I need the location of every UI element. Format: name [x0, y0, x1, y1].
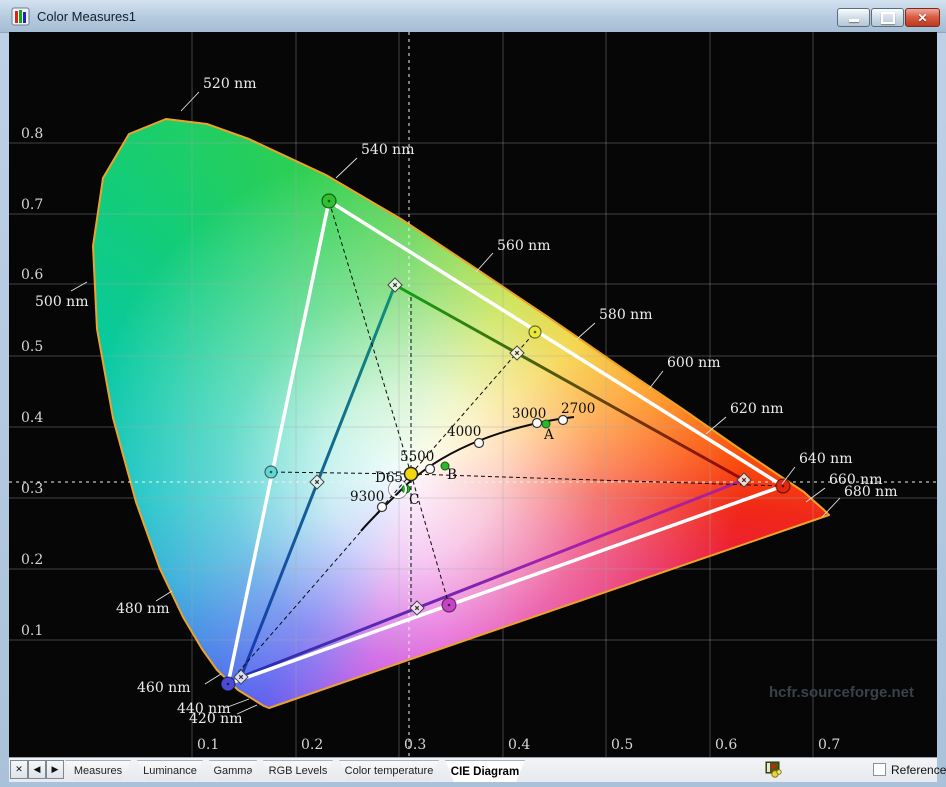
wavelength-label: 560 nm — [497, 238, 550, 254]
x-tick-label: 0.6 — [715, 737, 737, 753]
close-view-button[interactable]: ✕ — [10, 760, 28, 779]
tab-strip: Measures Luminance Gamma RGB Levels Colo… — [65, 760, 525, 782]
ref-marker-cyan — [309, 474, 325, 490]
wavelength-label: 460 nm — [137, 680, 190, 696]
wavelength-label: 480 nm — [116, 601, 169, 617]
ref-marker-green — [387, 277, 403, 293]
y-tick-label: 0.4 — [21, 410, 43, 426]
measured-gamut-triangle — [226, 199, 785, 686]
label-illuminant-c: C — [409, 492, 419, 508]
y-tick-label: 0.5 — [21, 339, 43, 355]
x-tick-label: 0.4 — [508, 737, 530, 753]
measure-status-icon — [765, 761, 782, 778]
y-tick-label: 0.7 — [21, 197, 43, 213]
reference-checkbox-label: Reference — [891, 763, 946, 777]
app-icon — [11, 7, 30, 26]
label-2700: 2700 — [561, 401, 595, 417]
icon-blue-bar — [23, 12, 26, 23]
x-tick-label: 0.5 — [611, 737, 633, 753]
wavelength-labels: 520 nm 540 nm 560 nm 580 nm 600 nm 620 n… — [35, 76, 897, 727]
label-illuminant-a: A — [543, 427, 554, 443]
icon-green-bar — [19, 10, 22, 23]
prev-tab-button[interactable]: ◀ — [28, 760, 46, 779]
close-button[interactable]: ✕ — [905, 8, 940, 27]
icon-red-bar — [15, 11, 18, 23]
y-tick-label: 0.6 — [21, 267, 43, 283]
next-tab-button[interactable]: ▶ — [46, 760, 64, 779]
x-tick-label: 0.1 — [197, 737, 219, 753]
tab-measures[interactable]: Measures — [65, 760, 131, 780]
ref-marker-yellow — [509, 345, 525, 361]
label-9300: 9300 — [350, 489, 384, 505]
wavelength-label: 680 nm — [844, 484, 897, 500]
gamut-rays — [227, 200, 784, 685]
wavelength-label: 580 nm — [599, 307, 652, 323]
tab-gamma[interactable]: Gamma — [209, 760, 257, 780]
whitepoint-crosshair — [9, 32, 937, 757]
x-tick-label: 0.7 — [818, 737, 840, 753]
measured-gamut-markers — [220, 193, 791, 692]
hcfr-window: { "window": { "title": "Color Measures1"… — [0, 0, 946, 787]
wavelength-label: 620 nm — [730, 401, 783, 417]
minimize-icon — [848, 19, 859, 22]
measured-marker-center-dots — [226, 199, 785, 686]
label-5500: 5500 — [400, 449, 434, 465]
y-axis-ticks: 0.8 0.7 0.6 0.5 0.4 0.3 0.2 0.1 — [21, 126, 43, 639]
tab-rgb-levels[interactable]: RGB Levels — [263, 760, 333, 780]
wavelength-label: 600 nm — [667, 355, 720, 371]
label-3000: 3000 — [512, 406, 546, 422]
gridlines — [9, 32, 937, 757]
temperature-labels: 2700 3000 4000 5500 9300 D65 A B C — [350, 401, 595, 508]
titlebar[interactable]: Color Measures1 ✕ — [0, 0, 946, 33]
maximize-icon — [880, 11, 895, 24]
maximize-button[interactable] — [871, 8, 904, 27]
wavelength-label: 420 nm — [189, 711, 242, 727]
diagram-overlay: 520 nm 540 nm 560 nm 580 nm 600 nm 620 n… — [9, 32, 937, 757]
wavelength-label: 640 nm — [799, 451, 852, 467]
tab-bar: ✕ ◀ ▶ Measures Luminance Gamma RGB Level… — [9, 757, 946, 782]
y-tick-label: 0.1 — [21, 623, 43, 639]
x-axis-ticks: 0.1 0.2 0.3 0.4 0.5 0.6 0.7 — [197, 737, 840, 753]
reference-checkbox[interactable] — [873, 763, 886, 776]
y-tick-label: 0.2 — [21, 552, 43, 568]
cie-diagram-canvas[interactable]: 520 nm 540 nm 560 nm 580 nm 600 nm 620 n… — [9, 32, 937, 757]
spectral-locus-outline — [92, 118, 830, 709]
label-illuminant-b: B — [447, 467, 457, 483]
tab-color-temperature[interactable]: Color temperature — [339, 760, 439, 780]
marker-5500k — [424, 463, 436, 475]
minimize-button[interactable] — [837, 8, 870, 27]
y-tick-label: 0.3 — [21, 481, 43, 497]
tab-luminance[interactable]: Luminance — [137, 760, 203, 780]
measured-white-point — [403, 466, 419, 482]
label-d65: D65 — [375, 470, 403, 486]
label-4000: 4000 — [447, 424, 481, 440]
wavelength-label: 520 nm — [203, 76, 256, 92]
window-bottom-frame — [0, 782, 946, 787]
wavelength-label: 500 nm — [35, 294, 88, 310]
x-tick-label: 0.3 — [404, 737, 426, 753]
x-tick-label: 0.2 — [301, 737, 323, 753]
watermark: hcfr.sourceforge.net — [769, 684, 914, 701]
y-tick-label: 0.8 — [21, 126, 43, 142]
close-icon: ✕ — [917, 10, 928, 25]
tab-cie-diagram[interactable]: CIE Diagram — [445, 760, 525, 782]
wavelength-label: 540 nm — [361, 142, 414, 158]
window-title: Color Measures1 — [37, 9, 136, 24]
